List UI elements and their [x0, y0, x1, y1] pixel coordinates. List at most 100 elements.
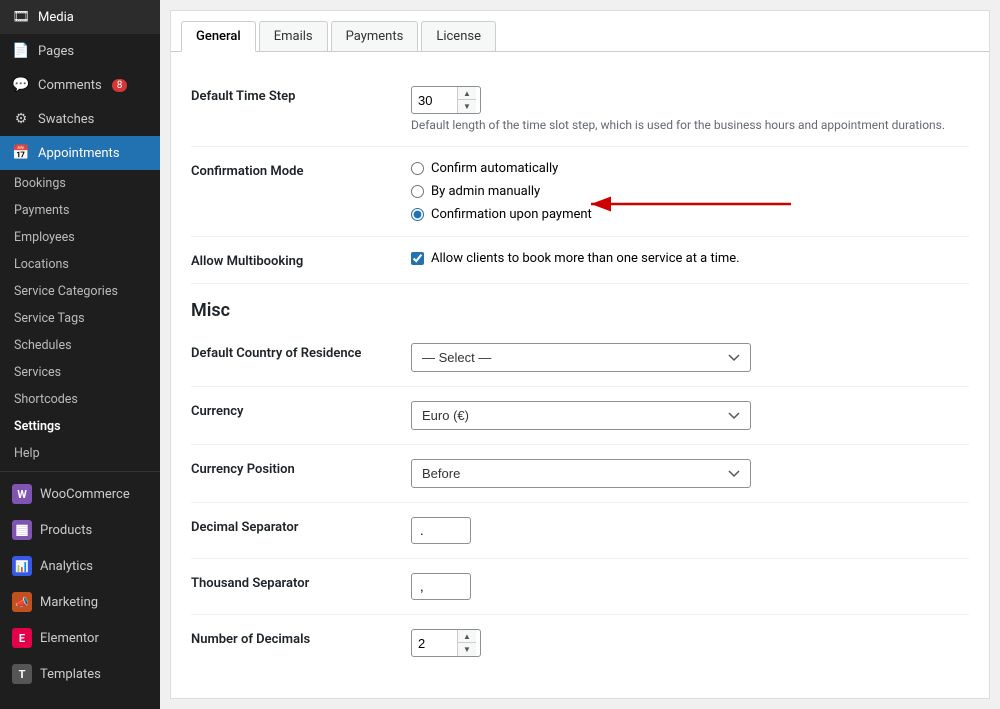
country-control: — Select — — [411, 343, 969, 372]
sidebar-item-label: Swatches — [38, 112, 94, 127]
num-decimals-spinners: ▲ ▼ — [457, 630, 476, 656]
time-step-spinners: ▲ ▼ — [457, 87, 476, 113]
time-step-up[interactable]: ▲ — [458, 87, 476, 100]
sidebar-item-comments[interactable]: 💬 Comments 8 — [0, 68, 160, 102]
pages-icon: 📄 — [12, 42, 30, 60]
marketing-icon: 📣 — [12, 592, 32, 612]
settings-body: Default Time Step ▲ ▼ Default length of … — [171, 52, 989, 691]
woocommerce-icon: W — [12, 484, 32, 504]
setting-row-num-decimals: Number of Decimals ▲ ▼ — [191, 615, 969, 671]
confirmation-control: Confirm automatically By admin manually … — [411, 161, 969, 222]
setting-row-decimal-sep: Decimal Separator — [191, 503, 969, 559]
sidebar-item-label: Comments — [38, 78, 102, 93]
time-step-down[interactable]: ▼ — [458, 100, 476, 113]
sidebar-item-templates[interactable]: T Templates — [0, 656, 160, 692]
thousand-sep-control — [411, 573, 969, 600]
sidebar-item-analytics[interactable]: 📊 Analytics — [0, 548, 160, 584]
currency-select[interactable]: Euro (€) US Dollar ($) British Pound (£) — [411, 401, 751, 430]
sidebar-item-label: Pages — [38, 44, 74, 59]
num-decimals-down[interactable]: ▼ — [458, 643, 476, 656]
settings-tabs: General Emails Payments License — [171, 11, 989, 52]
elementor-icon: E — [12, 628, 32, 648]
tab-license[interactable]: License — [421, 21, 496, 51]
setting-row-country: Default Country of Residence — Select — — [191, 329, 969, 387]
products-icon: ▦ — [12, 520, 32, 540]
settings-panel: General Emails Payments License Default … — [170, 10, 990, 699]
decimal-sep-input[interactable] — [411, 517, 471, 544]
confirmation-radio-group: Confirm automatically By admin manually … — [411, 161, 969, 222]
currency-control: Euro (€) US Dollar ($) British Pound (£) — [411, 401, 969, 430]
setting-row-currency: Currency Euro (€) US Dollar ($) British … — [191, 387, 969, 445]
time-step-label: Default Time Step — [191, 86, 411, 104]
country-select[interactable]: — Select — — [411, 343, 751, 372]
tab-emails[interactable]: Emails — [259, 21, 328, 51]
multibooking-control: Allow clients to book more than one serv… — [411, 251, 969, 266]
tab-payments[interactable]: Payments — [331, 21, 419, 51]
setting-row-time-step: Default Time Step ▲ ▼ Default length of … — [191, 72, 969, 147]
radio-confirm-payment-input[interactable] — [411, 208, 424, 221]
sidebar-sub-payments[interactable]: Payments — [0, 197, 160, 224]
time-step-control: ▲ ▼ Default length of the time slot step… — [411, 86, 969, 132]
sidebar: 🎞 Media 📄 Pages 💬 Comments 8 ⚙ Swatches … — [0, 0, 160, 709]
sidebar-item-appointments[interactable]: 📅 Appointments — [0, 136, 160, 170]
radio-confirm-manual[interactable]: By admin manually — [411, 184, 969, 199]
sidebar-item-elementor[interactable]: E Elementor — [0, 620, 160, 656]
sidebar-sub-locations[interactable]: Locations — [0, 251, 160, 278]
sidebar-sub-services[interactable]: Services — [0, 359, 160, 386]
sidebar-item-media[interactable]: 🎞 Media — [0, 0, 160, 34]
multibooking-checkbox-item[interactable]: Allow clients to book more than one serv… — [411, 251, 969, 266]
radio-confirm-auto[interactable]: Confirm automatically — [411, 161, 969, 176]
sidebar-sub-help[interactable]: Help — [0, 440, 160, 467]
misc-heading: Misc — [191, 284, 969, 329]
sidebar-sub-settings[interactable]: Settings — [0, 413, 160, 440]
sidebar-item-label: Media — [38, 10, 74, 25]
decimal-sep-control — [411, 517, 969, 544]
setting-row-confirmation: Confirmation Mode Confirm automatically … — [191, 147, 969, 237]
decimal-sep-label: Decimal Separator — [191, 517, 411, 535]
comments-badge: 8 — [112, 79, 128, 92]
sidebar-sub-schedules[interactable]: Schedules — [0, 332, 160, 359]
thousand-sep-input[interactable] — [411, 573, 471, 600]
main-content: General Emails Payments License Default … — [160, 0, 1000, 709]
radio-confirm-auto-input[interactable] — [411, 162, 424, 175]
multibooking-checkbox[interactable] — [411, 252, 424, 265]
setting-row-multibooking: Allow Multibooking Allow clients to book… — [191, 237, 969, 284]
comments-icon: 💬 — [12, 76, 30, 94]
num-decimals-control: ▲ ▼ — [411, 629, 969, 657]
templates-icon: T — [12, 664, 32, 684]
num-decimals-input-wrap: ▲ ▼ — [411, 629, 481, 657]
appointments-label: Appointments — [38, 146, 120, 161]
sidebar-sub-bookings[interactable]: Bookings — [0, 170, 160, 197]
sidebar-item-swatches[interactable]: ⚙ Swatches — [0, 102, 160, 136]
num-decimals-up[interactable]: ▲ — [458, 630, 476, 643]
sidebar-sub-service-tags[interactable]: Service Tags — [0, 305, 160, 332]
swatches-icon: ⚙ — [12, 110, 30, 128]
num-decimals-input[interactable] — [412, 631, 457, 656]
time-step-description: Default length of the time slot step, wh… — [411, 118, 969, 132]
confirmation-label: Confirmation Mode — [191, 161, 411, 179]
multibooking-label: Allow Multibooking — [191, 251, 411, 269]
radio-confirm-manual-input[interactable] — [411, 185, 424, 198]
sidebar-sub-service-categories[interactable]: Service Categories — [0, 278, 160, 305]
sidebar-item-pages[interactable]: 📄 Pages — [0, 34, 160, 68]
sidebar-item-products[interactable]: ▦ Products — [0, 512, 160, 548]
sidebar-item-woocommerce[interactable]: W WooCommerce — [0, 476, 160, 512]
radio-confirm-payment[interactable]: Confirmation upon payment — [411, 207, 969, 222]
setting-row-thousand-sep: Thousand Separator — [191, 559, 969, 615]
sidebar-sub-employees[interactable]: Employees — [0, 224, 160, 251]
currency-label: Currency — [191, 401, 411, 419]
num-decimals-label: Number of Decimals — [191, 629, 411, 647]
media-icon: 🎞 — [12, 8, 30, 26]
analytics-icon: 📊 — [12, 556, 32, 576]
country-label: Default Country of Residence — [191, 343, 411, 361]
currency-position-control: Before After — [411, 459, 969, 488]
setting-row-currency-position: Currency Position Before After — [191, 445, 969, 503]
currency-position-label: Currency Position — [191, 459, 411, 477]
time-step-input-wrap: ▲ ▼ — [411, 86, 481, 114]
tab-general[interactable]: General — [181, 21, 256, 52]
sidebar-item-marketing[interactable]: 📣 Marketing — [0, 584, 160, 620]
time-step-input[interactable] — [412, 88, 457, 113]
currency-position-select[interactable]: Before After — [411, 459, 751, 488]
thousand-sep-label: Thousand Separator — [191, 573, 411, 591]
sidebar-sub-shortcodes[interactable]: Shortcodes — [0, 386, 160, 413]
